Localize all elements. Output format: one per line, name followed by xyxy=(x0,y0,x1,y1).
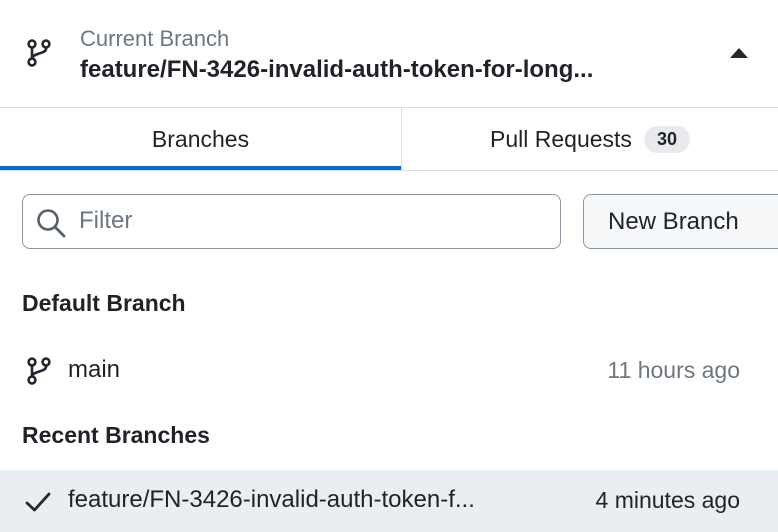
section-heading-default-branch: Default Branch xyxy=(22,290,186,316)
check-icon xyxy=(25,492,51,512)
current-branch-name: feature/FN-3426-invalid-auth-token-for-l… xyxy=(80,56,594,83)
new-branch-button[interactable]: New Branch xyxy=(583,194,778,249)
branch-last-updated: 11 hours ago xyxy=(607,357,740,383)
git-branch-icon xyxy=(27,39,51,67)
triangle-up-icon[interactable] xyxy=(730,48,748,58)
filter-input[interactable] xyxy=(79,203,549,239)
tab-pull-requests-label: Pull Requests xyxy=(490,125,632,152)
tab-pull-requests[interactable]: Pull Requests 30 xyxy=(401,108,778,170)
tab-branches-label: Branches xyxy=(151,125,250,152)
branch-last-updated: 4 minutes ago xyxy=(595,487,740,513)
tab-branches[interactable]: Branches xyxy=(0,108,401,170)
branch-row-main[interactable]: main 11 hours ago xyxy=(0,340,778,402)
tab-bar: Branches Pull Requests 30 xyxy=(0,108,778,171)
current-branch-label: Current Branch xyxy=(80,26,230,51)
git-branch-icon xyxy=(27,357,51,385)
branch-name: main xyxy=(68,356,121,383)
branch-row-current-feature[interactable]: feature/FN-3426-invalid-auth-token-f... … xyxy=(0,470,778,532)
current-branch-header[interactable]: Current Branch feature/FN-3426-invalid-a… xyxy=(0,0,778,108)
filter-field[interactable] xyxy=(22,194,561,249)
pull-requests-count-badge: 30 xyxy=(643,125,690,153)
branch-name: feature/FN-3426-invalid-auth-token-f... xyxy=(68,486,475,513)
section-heading-recent-branches: Recent Branches xyxy=(22,422,210,448)
search-icon xyxy=(37,209,66,238)
